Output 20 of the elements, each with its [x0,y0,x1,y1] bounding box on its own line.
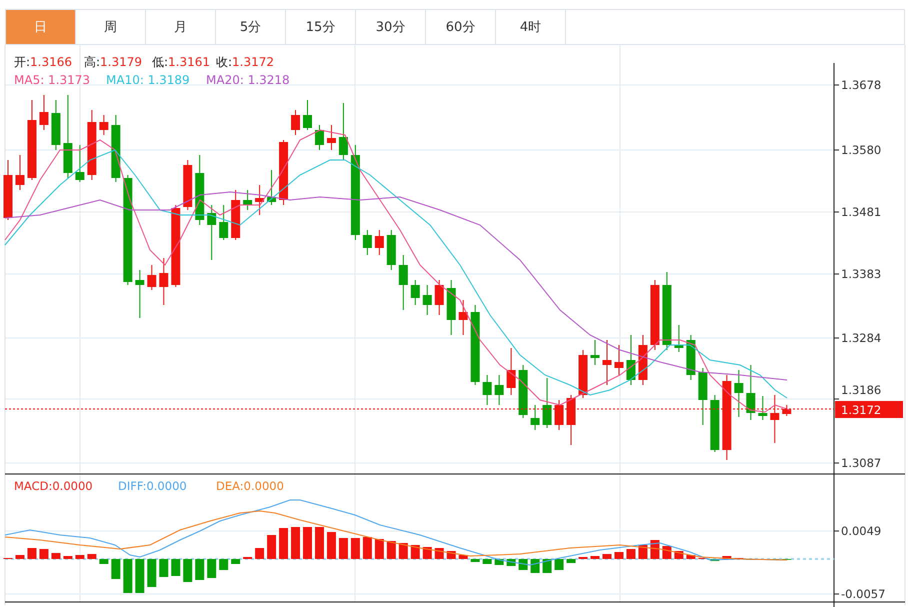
moving-average-value: MA10: 1.3189 [106,73,190,87]
price-axis-label: 1.3481 [841,205,882,219]
macd-axis-label: 0.0049 [841,524,882,538]
moving-average-value: MA5: 1.3173 [14,73,90,87]
price-axis-label: 1.3580 [841,143,882,157]
price-axis-label: 1.3087 [841,456,882,470]
macd-legend-value: DIFF:0.0000 [118,479,187,493]
quote-value: 收:1.3172 [216,55,274,69]
macd-legend-value: DEA:0.0000 [216,479,284,493]
price-axis-label: 1.3383 [841,267,882,281]
current-price-badge: 1.3172 [835,401,903,418]
macd-axis-label: -0.0057 [841,587,886,601]
quote-value: 低:1.3161 [152,55,210,69]
price-axis-label: 1.3186 [841,383,882,397]
quote-value: 开:1.3166 [14,55,72,69]
moving-average-value: MA20: 1.3218 [206,73,290,87]
price-axis-label: 1.3284 [841,331,882,345]
quote-value: 高:1.3179 [84,55,142,69]
price-axis-label: 1.3678 [841,78,882,92]
macd-legend-value: MACD:0.0000 [14,479,93,493]
